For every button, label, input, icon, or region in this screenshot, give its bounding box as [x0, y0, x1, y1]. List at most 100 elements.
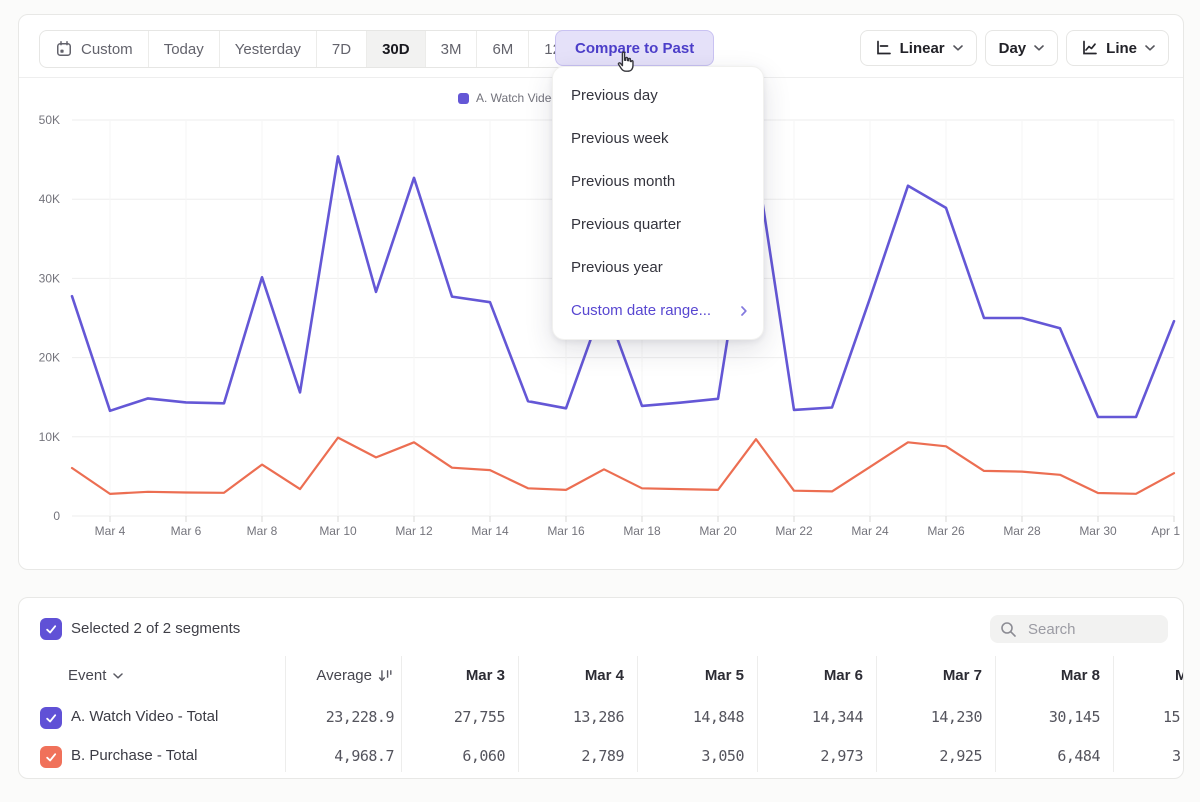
svg-text:Mar 18: Mar 18: [623, 524, 661, 538]
svg-text:Mar 10: Mar 10: [319, 524, 357, 538]
cell-value: 14,230: [882, 708, 982, 726]
scale-label: Linear: [900, 40, 945, 57]
event-column-header[interactable]: Event: [68, 667, 123, 684]
row-label-watch-video: A. Watch Video - Total: [71, 708, 218, 725]
search-box: [990, 615, 1168, 643]
segments-table-panel: Selected 2 of 2 segments Event Average: [18, 597, 1184, 779]
chart-type-label: Line: [1106, 40, 1137, 57]
menu-item-previous-day[interactable]: Previous day: [553, 74, 763, 117]
selected-summary: Selected 2 of 2 segments: [71, 620, 240, 637]
cell-value: 14,848: [644, 708, 744, 726]
legend-label: A. Watch Video: [476, 91, 558, 105]
svg-text:20K: 20K: [39, 351, 60, 365]
column-divider: [757, 656, 758, 772]
compare-to-past-button[interactable]: Compare to Past: [555, 30, 714, 66]
granularity-label: Day: [999, 40, 1027, 57]
date-column-header: Mar 7: [882, 667, 982, 684]
cell-value: 2,789: [524, 747, 624, 765]
chevron-down-icon: [1145, 45, 1155, 51]
cell-value: 2,925: [882, 747, 982, 765]
check-icon: [44, 622, 58, 636]
date-column-header: Mar 6: [763, 667, 863, 684]
chart-type-dropdown-button[interactable]: Line: [1066, 30, 1169, 66]
range-custom-label: Custom: [81, 41, 133, 58]
analytics-dashboard: Custom Today Yesterday 7D 30D 3M 6M 12M …: [0, 0, 1200, 802]
svg-text:Mar 28: Mar 28: [1003, 524, 1041, 538]
column-divider: [401, 656, 402, 772]
svg-text:Mar 14: Mar 14: [471, 524, 509, 538]
cell-value-clipped: 3,: [1172, 747, 1184, 765]
check-icon: [44, 750, 58, 764]
chevron-down-icon: [1034, 45, 1044, 51]
cell-value-clipped: 15,: [1163, 708, 1184, 726]
svg-text:Mar 4: Mar 4: [95, 524, 126, 538]
svg-text:Apr 1: Apr 1: [1151, 524, 1180, 538]
menu-item-previous-week[interactable]: Previous week: [553, 117, 763, 160]
cell-average: 4,968.7: [239, 747, 394, 765]
svg-text:Mar 20: Mar 20: [699, 524, 737, 538]
search-input[interactable]: [1026, 620, 1160, 639]
range-yesterday-button[interactable]: Yesterday: [219, 31, 316, 67]
menu-item-previous-month[interactable]: Previous month: [553, 160, 763, 203]
range-7d-button[interactable]: 7D: [316, 31, 366, 67]
svg-text:Mar 12: Mar 12: [395, 524, 433, 538]
average-column-header[interactable]: Average: [239, 667, 394, 684]
range-3m-button[interactable]: 3M: [425, 31, 477, 67]
svg-text:Mar 8: Mar 8: [247, 524, 278, 538]
row-label-purchase: B. Purchase - Total: [71, 747, 197, 764]
column-divider: [518, 656, 519, 772]
chart-controls: Linear Day Line: [860, 30, 1169, 66]
range-30d-button-selected[interactable]: 30D: [366, 31, 425, 67]
cell-value: 13,286: [524, 708, 624, 726]
cell-value: 3,050: [644, 747, 744, 765]
column-divider: [876, 656, 877, 772]
column-divider: [637, 656, 638, 772]
range-custom-button[interactable]: Custom: [40, 31, 148, 67]
cell-average: 23,228.9: [239, 708, 394, 726]
granularity-dropdown-button[interactable]: Day: [985, 30, 1059, 66]
svg-text:Mar 22: Mar 22: [775, 524, 813, 538]
menu-item-previous-year[interactable]: Previous year: [553, 246, 763, 289]
date-column-header: Mar 3: [405, 667, 505, 684]
date-column-header: Mar 8: [1000, 667, 1100, 684]
column-divider: [1113, 656, 1114, 772]
row-checkbox-watch-video[interactable]: [40, 707, 62, 729]
scale-dropdown-button[interactable]: Linear: [860, 30, 977, 66]
date-column-header-clipped: M: [1175, 667, 1184, 684]
chevron-down-icon: [953, 45, 963, 51]
menu-item-previous-quarter[interactable]: Previous quarter: [553, 203, 763, 246]
svg-text:Mar 24: Mar 24: [851, 524, 889, 538]
legend-item-watch-video[interactable]: A. Watch Video: [458, 91, 558, 105]
svg-text:50K: 50K: [39, 113, 60, 127]
range-6m-button[interactable]: 6M: [476, 31, 528, 67]
chevron-right-icon: [741, 306, 747, 316]
column-divider: [995, 656, 996, 772]
date-column-header: Mar 5: [644, 667, 744, 684]
range-today-button[interactable]: Today: [148, 31, 219, 67]
svg-text:40K: 40K: [39, 192, 60, 206]
cell-value: 27,755: [405, 708, 505, 726]
svg-text:0: 0: [53, 509, 60, 523]
cell-value: 30,145: [1000, 708, 1100, 726]
row-checkbox-purchase[interactable]: [40, 746, 62, 768]
date-column-header: Mar 4: [524, 667, 624, 684]
cell-value: 6,060: [405, 747, 505, 765]
line-chart-icon: [1080, 39, 1098, 57]
legend-swatch: [458, 93, 469, 104]
sort-descending-icon: [378, 669, 394, 683]
svg-text:Mar 30: Mar 30: [1079, 524, 1117, 538]
svg-text:Mar 16: Mar 16: [547, 524, 585, 538]
chevron-down-icon: [113, 673, 123, 679]
cell-value: 6,484: [1000, 747, 1100, 765]
svg-text:30K: 30K: [39, 271, 60, 285]
menu-item-custom-date-range[interactable]: Custom date range...: [553, 289, 763, 332]
check-icon: [44, 711, 58, 725]
select-all-checkbox[interactable]: [40, 618, 62, 640]
cell-value: 14,344: [763, 708, 863, 726]
svg-text:Mar 6: Mar 6: [171, 524, 202, 538]
svg-text:10K: 10K: [39, 430, 60, 444]
cell-value: 2,973: [763, 747, 863, 765]
svg-text:Mar 26: Mar 26: [927, 524, 965, 538]
compare-to-past-menu: Previous day Previous week Previous mont…: [552, 66, 764, 340]
search-icon: [1000, 621, 1017, 638]
